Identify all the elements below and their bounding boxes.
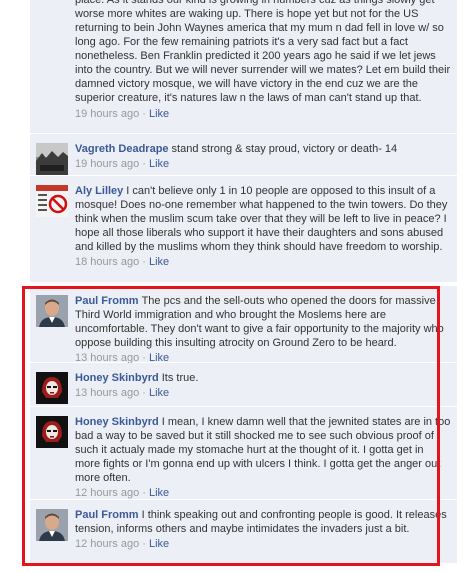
comment-item: place. As it stands our kind is growing … <box>30 0 457 134</box>
comment-timestamp[interactable]: 12 hours ago <box>75 538 139 550</box>
comment-body: Vagreth Deadrape stand strong & stay prou… <box>75 142 451 172</box>
comment-body: place. As it stands our kind is growing … <box>75 0 451 122</box>
like-link[interactable]: Like <box>149 538 169 550</box>
no-symbol-poster-icon <box>36 185 68 217</box>
comment-item: Honey Skinbyrd I mean, I knew damn well t… <box>30 407 457 500</box>
like-link[interactable]: Like <box>149 158 169 170</box>
comment-author[interactable]: Honey Skinbyrd <box>75 416 159 428</box>
comment-item: Vagreth Deadrape stand strong & stay prou… <box>30 134 457 176</box>
comment-meta: 12 hours ago · Like <box>75 538 170 550</box>
comment-author[interactable]: Honey Skinbyrd <box>75 372 159 384</box>
avatar[interactable] <box>36 372 68 404</box>
comment-meta: 19 hours ago · Like <box>75 108 170 120</box>
woman-with-red-hair-photo-icon <box>36 416 68 448</box>
man-portrait-photo-icon <box>36 509 68 541</box>
comment-author[interactable]: Vagreth Deadrape <box>75 143 169 155</box>
comment-item: Paul Fromm The pcs and the sell-outs who … <box>30 286 457 366</box>
like-link[interactable]: Like <box>149 256 169 268</box>
comment-meta: 19 hours ago · Like <box>75 158 170 170</box>
comment-timestamp[interactable]: 13 hours ago <box>75 387 139 399</box>
comment-timestamp[interactable]: 12 hours ago <box>75 487 139 499</box>
avatar[interactable] <box>36 143 68 175</box>
avatar[interactable] <box>36 185 68 217</box>
comment-timestamp[interactable]: 18 hours ago <box>75 256 139 268</box>
comment-meta: 13 hours ago · Like <box>75 387 170 399</box>
comment-timestamp[interactable]: 19 hours ago <box>75 108 139 120</box>
comment-item: Honey Skinbyrd Its true. 13 hours ago · L… <box>30 363 457 407</box>
like-link[interactable]: Like <box>149 387 169 399</box>
comment-text: place. As it stands our kind is growing … <box>75 0 451 104</box>
monochrome-landscape-photo-icon <box>36 143 68 175</box>
comment-meta: 18 hours ago · Like <box>75 256 170 268</box>
comment-meta: 12 hours ago · Like <box>75 487 170 499</box>
avatar[interactable] <box>36 509 68 541</box>
comment-item: Aly Lilley I can't believe only 1 in 10 p… <box>30 176 457 283</box>
like-link[interactable]: Like <box>149 487 169 499</box>
man-portrait-photo-icon <box>36 295 68 327</box>
comment-text: Its true. <box>161 372 199 384</box>
comment-item: Paul Fromm I think speaking out and confr… <box>30 500 457 564</box>
comment-text: stand strong & stay proud, victory or de… <box>171 143 398 155</box>
woman-with-red-hair-photo-icon <box>36 372 68 404</box>
comment-body: Honey Skinbyrd Its true. 13 hours ago · L… <box>75 371 451 401</box>
comment-timestamp[interactable]: 19 hours ago <box>75 158 139 170</box>
avatar[interactable] <box>36 295 68 327</box>
comment-text: I can't believe only 1 in 10 people are … <box>75 185 448 253</box>
comment-body: Aly Lilley I can't believe only 1 in 10 p… <box>75 184 451 270</box>
comment-body: Honey Skinbyrd I mean, I knew damn well t… <box>75 415 451 501</box>
comment-body: Paul Fromm The pcs and the sell-outs who … <box>75 294 451 366</box>
comment-author[interactable]: Paul Fromm <box>75 295 139 307</box>
avatar[interactable] <box>36 416 68 448</box>
comment-author[interactable]: Aly Lilley <box>75 185 123 197</box>
like-link[interactable]: Like <box>149 108 169 120</box>
comment-body: Paul Fromm I think speaking out and confr… <box>75 508 451 552</box>
comment-author[interactable]: Paul Fromm <box>75 509 139 521</box>
